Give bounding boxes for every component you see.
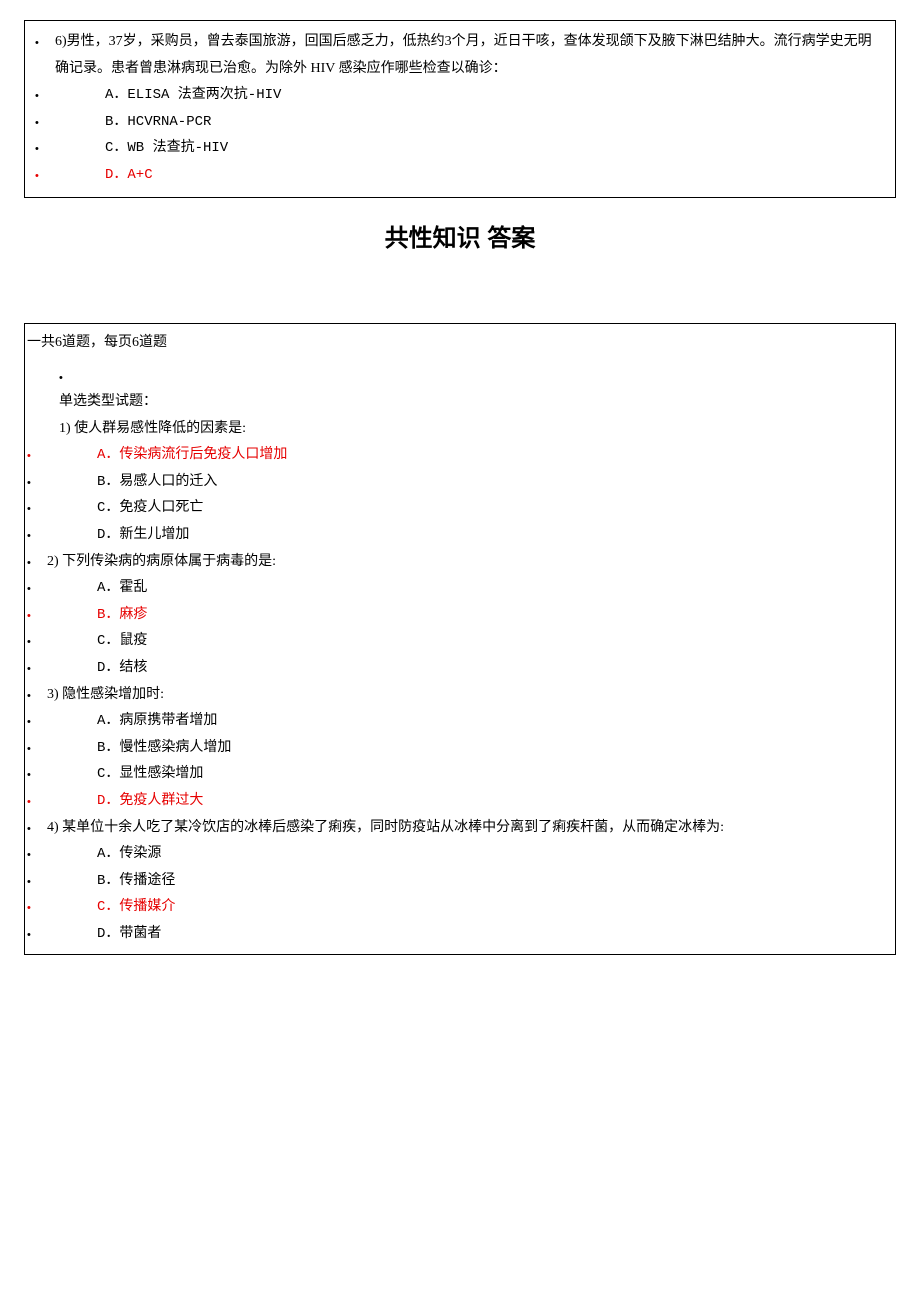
q6-option-a: A．ELISA 法查两次抗-HIV: [43, 82, 885, 109]
bullet-icon: •: [35, 135, 43, 160]
bullet-icon: •: [35, 82, 43, 107]
q3-option-a-row: • A．病原携带者增加: [27, 708, 893, 735]
q6-option-d-correct: D．A+C: [43, 162, 885, 189]
bullet-icon: •: [27, 708, 35, 733]
bullet-icon: •: [27, 788, 35, 813]
q1-option-a-correct: A．传染病流行后免疫人口增加: [35, 442, 893, 469]
q1-option-b-row: • B．易感人口的迁入: [27, 469, 893, 496]
bullet-icon: •: [27, 761, 35, 786]
bullet-icon: •: [27, 735, 35, 760]
q3-option-d-row: • D．免疫人群过大: [27, 788, 893, 815]
q4-option-d: D．带菌者: [35, 921, 893, 948]
question-box-1: • 6)男性，37岁，采购员，曾去泰国旅游，回国后感乏力，低热约3个月，近日干咳…: [24, 20, 896, 198]
q1-option-c-row: • C．免疫人口死亡: [27, 495, 893, 522]
bullet-icon: •: [35, 29, 43, 54]
q4-option-a: A．传染源: [35, 841, 893, 868]
question-type-heading: 单选类型试题：: [27, 389, 893, 416]
q3-option-b: B．慢性感染病人增加: [35, 735, 893, 762]
question-4-stem-row: • 4) 某单位十余人吃了某冷饮店的冰棒后感染了痢疾，同时防疫站从冰棒中分离到了…: [27, 815, 893, 842]
bullet-icon: •: [27, 442, 35, 467]
q1-option-d-row: • D．新生儿增加: [27, 522, 893, 549]
q6-option-d-row: • D．A+C: [35, 162, 885, 189]
bullet-icon: •: [27, 841, 35, 866]
q4-option-c-correct: C．传播媒介: [35, 894, 893, 921]
section-title: 共性知识 答案: [24, 218, 896, 253]
question-6-stem-row: • 6)男性，37岁，采购员，曾去泰国旅游，回国后感乏力，低热约3个月，近日干咳…: [35, 29, 885, 82]
q6-option-c: C．WB 法查抗-HIV: [43, 135, 885, 162]
bullet-icon: •: [27, 549, 35, 574]
question-2-stem: 2) 下列传染病的病原体属于病毒的是:: [35, 549, 893, 576]
q2-option-c: C．鼠疫: [35, 628, 893, 655]
q1-option-c: C．免疫人口死亡: [35, 495, 893, 522]
question-4-stem: 4) 某单位十余人吃了某冷饮店的冰棒后感染了痢疾，同时防疫站从冰棒中分离到了痢疾…: [35, 815, 893, 842]
bullet-icon: •: [27, 868, 35, 893]
q4-option-a-row: • A．传染源: [27, 841, 893, 868]
q2-option-b-correct: B．麻疹: [35, 602, 893, 629]
q2-option-d: D．结核: [35, 655, 893, 682]
q3-option-a: A．病原携带者增加: [35, 708, 893, 735]
q1-option-a-row: • A．传染病流行后免疫人口增加: [27, 442, 893, 469]
q6-option-b-row: • B．HCVRNA-PCR: [35, 109, 885, 136]
q4-option-d-row: • D．带菌者: [27, 921, 893, 948]
bullet-icon: •: [27, 655, 35, 680]
q1-option-d: D．新生儿增加: [35, 522, 893, 549]
q2-option-a: A．霍乱: [35, 575, 893, 602]
bullet-icon: •: [27, 469, 35, 494]
question-3-stem: 3) 隐性感染增加时:: [35, 682, 893, 709]
q2-option-a-row: • A．霍乱: [27, 575, 893, 602]
question-2-stem-row: • 2) 下列传染病的病原体属于病毒的是:: [27, 549, 893, 576]
q6-option-b: B．HCVRNA-PCR: [43, 109, 885, 136]
question-3-stem-row: • 3) 隐性感染增加时:: [27, 682, 893, 709]
q3-option-b-row: • B．慢性感染病人增加: [27, 735, 893, 762]
bullet-icon: •: [27, 602, 35, 627]
q2-option-b-row: • B．麻疹: [27, 602, 893, 629]
q6-option-c-row: • C．WB 法查抗-HIV: [35, 135, 885, 162]
q2-option-d-row: • D．结核: [27, 655, 893, 682]
bullet-icon: •: [27, 368, 893, 389]
bullet-icon: •: [27, 628, 35, 653]
bullet-icon: •: [27, 495, 35, 520]
question-6-stem: 6)男性，37岁，采购员，曾去泰国旅游，回国后感乏力，低热约3个月，近日干咳，查…: [43, 29, 885, 82]
bullet-icon: •: [27, 575, 35, 600]
q1-option-b: B．易感人口的迁入: [35, 469, 893, 496]
q3-option-c-row: • C．显性感染增加: [27, 761, 893, 788]
question-1-stem: 1) 使人群易感性降低的因素是:: [27, 416, 893, 443]
bullet-icon: •: [27, 522, 35, 547]
q4-option-c-row: • C．传播媒介: [27, 894, 893, 921]
q4-option-b-row: • B．传播途径: [27, 868, 893, 895]
bullet-icon: •: [27, 921, 35, 946]
q4-option-b: B．传播途径: [35, 868, 893, 895]
question-box-2: 一共6道题，每页6道题 • 单选类型试题： 1) 使人群易感性降低的因素是: •…: [24, 323, 896, 955]
q3-option-c: C．显性感染增加: [35, 761, 893, 788]
bullet-icon: •: [27, 682, 35, 707]
bullet-icon: •: [35, 109, 43, 134]
bullet-icon: •: [27, 815, 35, 840]
q3-option-d-correct: D．免疫人群过大: [35, 788, 893, 815]
page-wrapper: • 6)男性，37岁，采购员，曾去泰国旅游，回国后感乏力，低热约3个月，近日干咳…: [0, 0, 920, 995]
bullet-icon: •: [27, 894, 35, 919]
q2-option-c-row: • C．鼠疫: [27, 628, 893, 655]
quiz-info-line: 一共6道题，每页6道题: [27, 330, 893, 357]
bullet-icon: •: [35, 162, 43, 187]
q6-option-a-row: • A．ELISA 法查两次抗-HIV: [35, 82, 885, 109]
